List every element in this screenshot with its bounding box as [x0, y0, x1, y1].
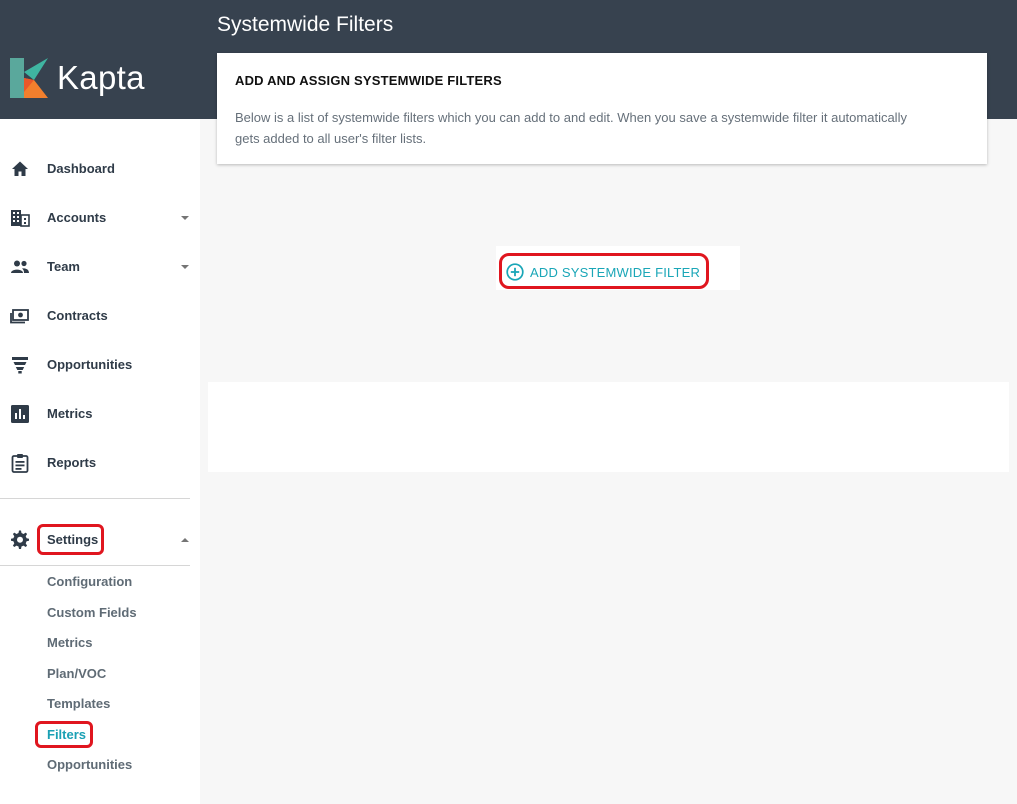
- sidebar-item-label: Dashboard: [47, 161, 115, 176]
- sidebar-item-label: Contracts: [47, 308, 108, 323]
- sidebar-item-metrics[interactable]: Metrics: [0, 389, 200, 438]
- money-icon: [10, 308, 29, 323]
- sidebar-item-label: Metrics: [47, 406, 93, 421]
- add-button-label: ADD SYSTEMWIDE FILTER: [530, 264, 701, 280]
- settings-sub-configuration[interactable]: Configuration: [47, 574, 132, 589]
- settings-divider: [0, 565, 190, 566]
- plus-circle-icon: [506, 263, 524, 281]
- sidebar-item-opportunities[interactable]: Opportunities: [0, 340, 200, 389]
- building-icon: [11, 209, 30, 227]
- sidebar-item-accounts[interactable]: Accounts: [0, 193, 200, 242]
- sidebar-item-reports[interactable]: Reports: [0, 438, 200, 487]
- card-title: ADD AND ASSIGN SYSTEMWIDE FILTERS: [235, 73, 502, 88]
- sidebar-item-label: Opportunities: [47, 357, 133, 372]
- people-icon: [11, 260, 29, 273]
- app-logo[interactable]: Kapta: [10, 58, 145, 98]
- kapta-logo-icon: [10, 58, 50, 98]
- funnel-icon: [12, 356, 28, 373]
- sidebar-item-dashboard[interactable]: Dashboard: [0, 144, 200, 193]
- sidebar: Dashboard Accounts Team Contracts Opport…: [0, 119, 200, 804]
- sidebar-item-settings[interactable]: Settings: [0, 515, 200, 564]
- settings-sub-plan-voc[interactable]: Plan/VOC: [47, 666, 106, 681]
- add-systemwide-filter-button[interactable]: ADD SYSTEMWIDE FILTER: [506, 262, 700, 282]
- settings-sub-custom-fields[interactable]: Custom Fields: [47, 605, 137, 620]
- settings-sub-metrics[interactable]: Metrics: [47, 635, 93, 650]
- gear-icon: [11, 530, 29, 549]
- chevron-up-icon[interactable]: [181, 537, 189, 542]
- card-description: Below is a list of systemwide filters wh…: [235, 110, 907, 146]
- app-name: Kapta: [57, 59, 145, 96]
- info-card: ADD AND ASSIGN SYSTEMWIDE FILTERS Below …: [217, 53, 987, 164]
- sidebar-item-label: Team: [47, 259, 80, 274]
- sidebar-item-label: Reports: [47, 455, 97, 470]
- filters-list-panel: [208, 382, 1009, 472]
- sidebar-item-label: Settings: [47, 532, 99, 547]
- bar-chart-icon: [11, 404, 29, 423]
- sidebar-divider: [0, 498, 190, 499]
- chevron-down-icon[interactable]: [181, 264, 189, 269]
- settings-sub-filters[interactable]: Filters: [47, 727, 86, 742]
- sidebar-item-label: Accounts: [47, 210, 107, 225]
- page-title: Systemwide Filters: [217, 13, 394, 36]
- clipboard-icon: [11, 453, 29, 473]
- settings-sub-opportunities[interactable]: Opportunities: [47, 757, 132, 772]
- home-icon: [12, 161, 28, 176]
- sidebar-item-team[interactable]: Team: [0, 242, 200, 291]
- settings-sub-templates[interactable]: Templates: [47, 696, 110, 711]
- chevron-down-icon[interactable]: [181, 215, 189, 220]
- sidebar-item-contracts[interactable]: Contracts: [0, 291, 200, 340]
